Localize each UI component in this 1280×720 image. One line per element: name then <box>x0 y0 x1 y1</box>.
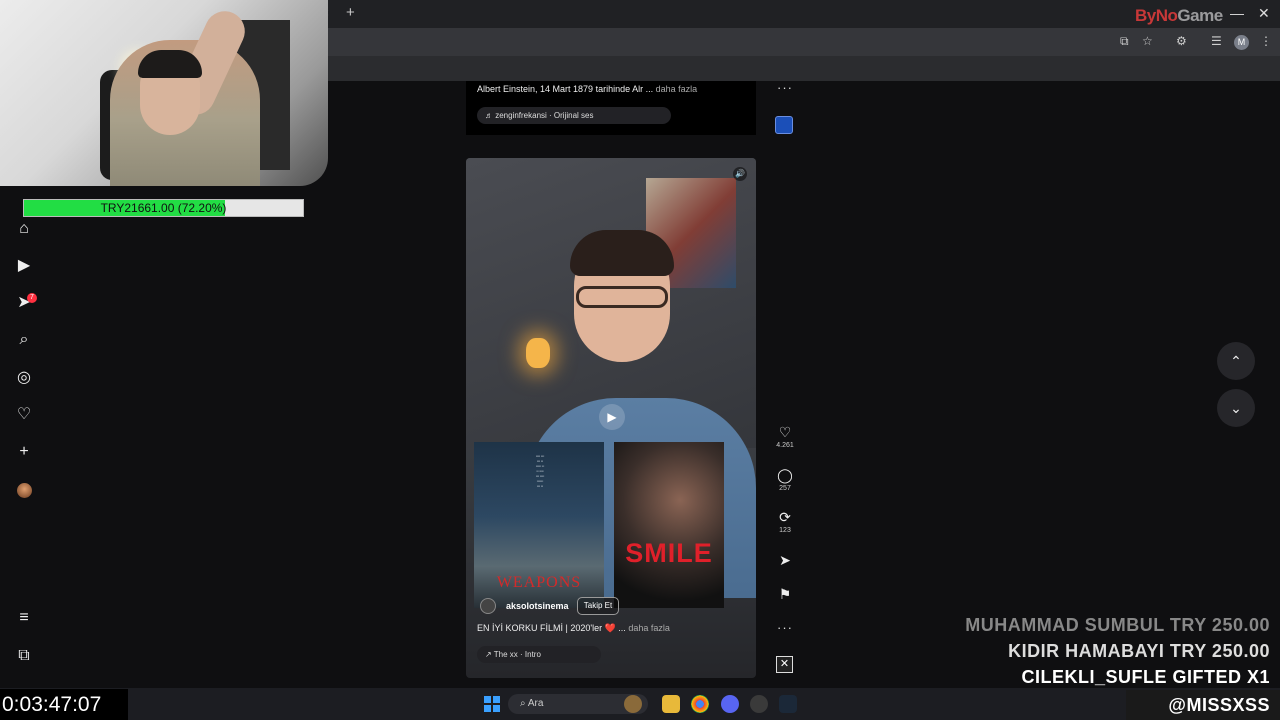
comment-action[interactable]: ◯ 257 <box>772 467 798 492</box>
share-action[interactable]: ➤ <box>772 552 798 568</box>
new-tab-button[interactable]: + <box>346 4 355 21</box>
profile-avatar[interactable]: M <box>1234 35 1249 50</box>
extensions-icon[interactable]: ⚙ <box>1176 34 1187 48</box>
donation-goal-label: TRY21661.00 (72.20%) <box>100 201 227 215</box>
streamer-hair <box>138 50 202 78</box>
heart-icon[interactable]: ♡ <box>772 424 798 440</box>
create-icon[interactable]: + <box>12 440 36 464</box>
windows-start-icon[interactable] <box>484 696 500 712</box>
home-icon[interactable]: ⌂ <box>12 217 36 241</box>
bookmark-icon[interactable]: ⚑ <box>772 586 798 602</box>
lamp <box>526 338 550 368</box>
reading-list-icon[interactable]: ☰ <box>1211 34 1222 48</box>
subscriber-alert: @MISSXSS SUB <box>1126 690 1280 720</box>
mute-toggle-icon[interactable]: 🔊 <box>733 167 747 181</box>
discord-icon[interactable] <box>721 695 739 713</box>
previous-reel-caption-text: Albert Einstein, 14 Mart 1879 tarihinde … <box>477 84 654 94</box>
reel-author-username[interactable]: aksolotsinema <box>506 601 569 611</box>
save-action[interactable]: ⚑ <box>772 586 798 602</box>
comment-count: 257 <box>779 485 791 492</box>
close-icon[interactable]: ✕ <box>776 656 793 673</box>
share-icon[interactable]: ➤ <box>772 552 798 568</box>
follow-button[interactable]: Takip Et <box>577 597 619 615</box>
reel-more-icon[interactable]: ··· <box>777 620 793 635</box>
poster-credits: ▪▪▪▪ ▪▪▪ ▪▪▪ ▪▪ ▪▪▪▪▪ ▪▪ ▪▪ ▪▪▪▪ ▪▪▪ ▪▪▪▪ ▪▪▪… <box>535 454 545 488</box>
audio-thumbnail-icon[interactable] <box>775 116 793 134</box>
donation-alert-1: MUHAMMAD SUMBUL TRY 250.00 <box>965 615 1270 635</box>
install-app-icon[interactable]: ⧉ <box>1120 34 1129 49</box>
next-reel-button[interactable]: ⌄ <box>1217 389 1255 427</box>
chrome-icon[interactable] <box>691 695 709 713</box>
repost-action[interactable]: ⟳ 123 <box>772 509 798 534</box>
previous-reel-more-icon[interactable]: ··· <box>777 80 793 95</box>
donation-alert-2: KIDIR HAMABAYI TRY 250.00 <box>1008 641 1270 661</box>
previous-reel-more-link[interactable]: daha fazla <box>653 84 698 94</box>
obs-icon[interactable] <box>750 695 768 713</box>
reel-caption-text: EN İYİ KORKU FİLMİ | 2020'ler ❤️ ... <box>477 623 626 633</box>
reel-more-link[interactable]: daha fazla <box>626 623 670 633</box>
donation-goal-bar: TRY21661.00 (72.20%) <box>23 199 304 217</box>
heart-icon[interactable]: ♡ <box>12 403 36 427</box>
host-glasses <box>576 286 668 308</box>
window-close-button[interactable]: ✕ <box>1258 5 1270 22</box>
like-action[interactable]: ♡ 4.261 <box>772 424 798 449</box>
file-explorer-icon[interactable] <box>662 695 680 713</box>
bynogame-logo-text-2: Game <box>1177 6 1223 25</box>
smile-title: SMILE <box>625 538 713 568</box>
browser-menu-icon[interactable]: ⋮ <box>1260 34 1272 48</box>
weapons-title: WEAPONS <box>496 574 582 591</box>
reel-caption: EN İYİ KORKU FİLMİ | 2020'ler ❤️ ... dah… <box>477 623 670 634</box>
stream-timer: 0:03:47:07 <box>0 689 128 720</box>
bynogame-logo-text: ByNo <box>1135 6 1178 25</box>
reel-audio[interactable]: ↗ The xx · Intro <box>477 646 601 663</box>
steam-icon[interactable] <box>779 695 797 713</box>
like-count: 4.261 <box>776 442 794 449</box>
weapons-poster: ▪▪▪▪ ▪▪▪ ▪▪▪ ▪▪ ▪▪▪▪▪ ▪▪ ▪▪ ▪▪▪▪ ▪▪▪ ▪▪▪▪ ▪▪▪… <box>474 442 604 608</box>
reels-icon[interactable]: ▶ <box>12 254 36 278</box>
screen: × + — ✕ ⧉ ☆ ⚙ ☰ ⋮ M ⌂ ▶ ➤ 7 ⌕ ◎ ♡ + ≡ ⧉ … <box>0 0 1280 720</box>
profile-avatar-icon[interactable] <box>17 483 32 498</box>
play-icon[interactable]: ▶ <box>599 404 625 430</box>
previous-reel-button[interactable]: ⌃ <box>1217 342 1255 380</box>
bookmark-star-icon[interactable]: ☆ <box>1142 34 1153 48</box>
gift-alert: CILEKLI_SUFLE GIFTED X1 <box>1021 667 1270 687</box>
menu-icon[interactable]: ≡ <box>12 606 36 630</box>
explore-icon[interactable]: ◎ <box>12 366 36 390</box>
smile-poster: SMILE <box>614 442 724 608</box>
repost-count: 123 <box>779 527 791 534</box>
repost-icon[interactable]: ⟳ <box>772 509 798 525</box>
apps-icon[interactable]: ⧉ <box>12 644 36 668</box>
search-icon[interactable]: ⌕ <box>12 328 36 352</box>
notification-badge: 7 <box>27 293 37 303</box>
host-hair <box>570 230 674 276</box>
comment-icon[interactable]: ◯ <box>772 467 798 483</box>
reel-author-avatar[interactable] <box>480 598 496 614</box>
previous-reel-caption: Albert Einstein, 14 Mart 1879 tarihinde … <box>477 84 697 94</box>
weather-widget-icon[interactable] <box>624 695 642 713</box>
previous-reel-audio[interactable]: ♬ zenginfrekansi · Orijinal ses <box>477 107 671 124</box>
window-minimize-button[interactable]: — <box>1230 5 1244 21</box>
bynogame-watermark: ByNoGame <box>1135 6 1223 26</box>
webcam-overlay <box>0 0 328 186</box>
